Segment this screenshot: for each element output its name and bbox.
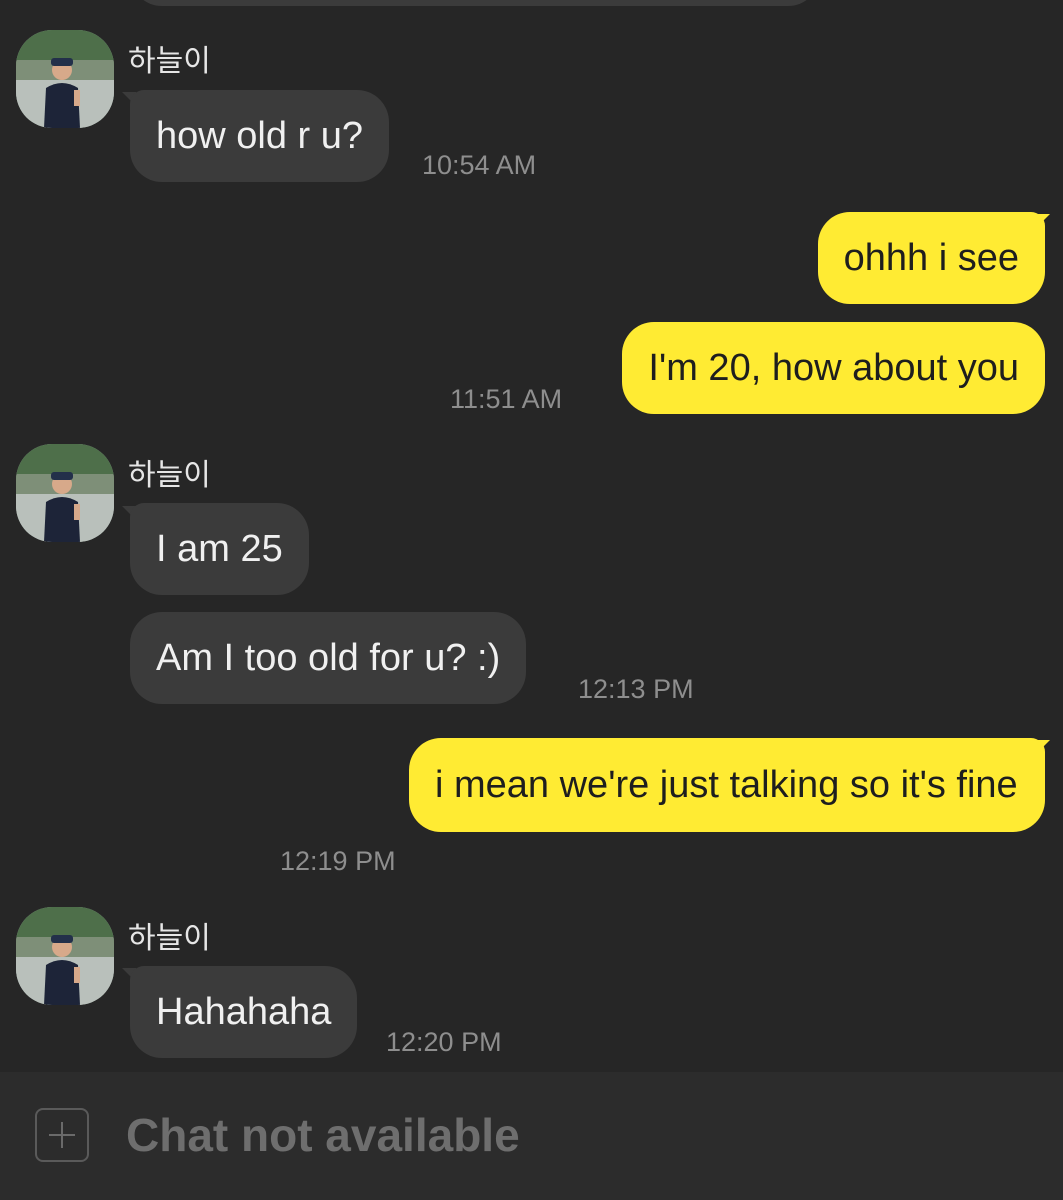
sender-name: 하늘이 [128, 459, 211, 492]
plus-square-icon[interactable] [35, 1108, 89, 1162]
message-bubble-partial [130, 0, 820, 6]
outgoing-message-bubble[interactable]: I'm 20, how about you [622, 322, 1045, 414]
chat-input-bar: Chat not available [0, 1072, 1063, 1200]
sender-avatar[interactable] [16, 907, 114, 1005]
message-time: 12:13 PM [578, 674, 694, 704]
message-time: 10:54 AM [422, 150, 537, 180]
incoming-message-bubble[interactable]: I am 25 [130, 503, 309, 595]
sender-avatar[interactable] [16, 444, 114, 542]
outgoing-message-bubble[interactable]: i mean we're just talking so it's fine [409, 738, 1045, 832]
chat-screen: 하늘이 how old r u? 10:54 AM ohhh i see I'm… [0, 0, 1063, 1200]
message-time: 12:20 PM [386, 1027, 502, 1057]
incoming-message-bubble[interactable]: Hahahaha [130, 966, 358, 1058]
message-time: 12:19 PM [280, 846, 396, 876]
incoming-message-bubble[interactable]: Am I too old for u? :) [130, 612, 527, 704]
incoming-message-bubble[interactable]: how old r u? [130, 90, 390, 182]
chat-input-placeholder: Chat not available [126, 1109, 520, 1161]
message-time: 11:51 AM [450, 384, 563, 414]
sender-name: 하늘이 [128, 45, 211, 78]
outgoing-message-bubble[interactable]: ohhh i see [817, 212, 1045, 304]
sender-name: 하늘이 [128, 922, 211, 955]
sender-avatar[interactable] [16, 30, 114, 128]
